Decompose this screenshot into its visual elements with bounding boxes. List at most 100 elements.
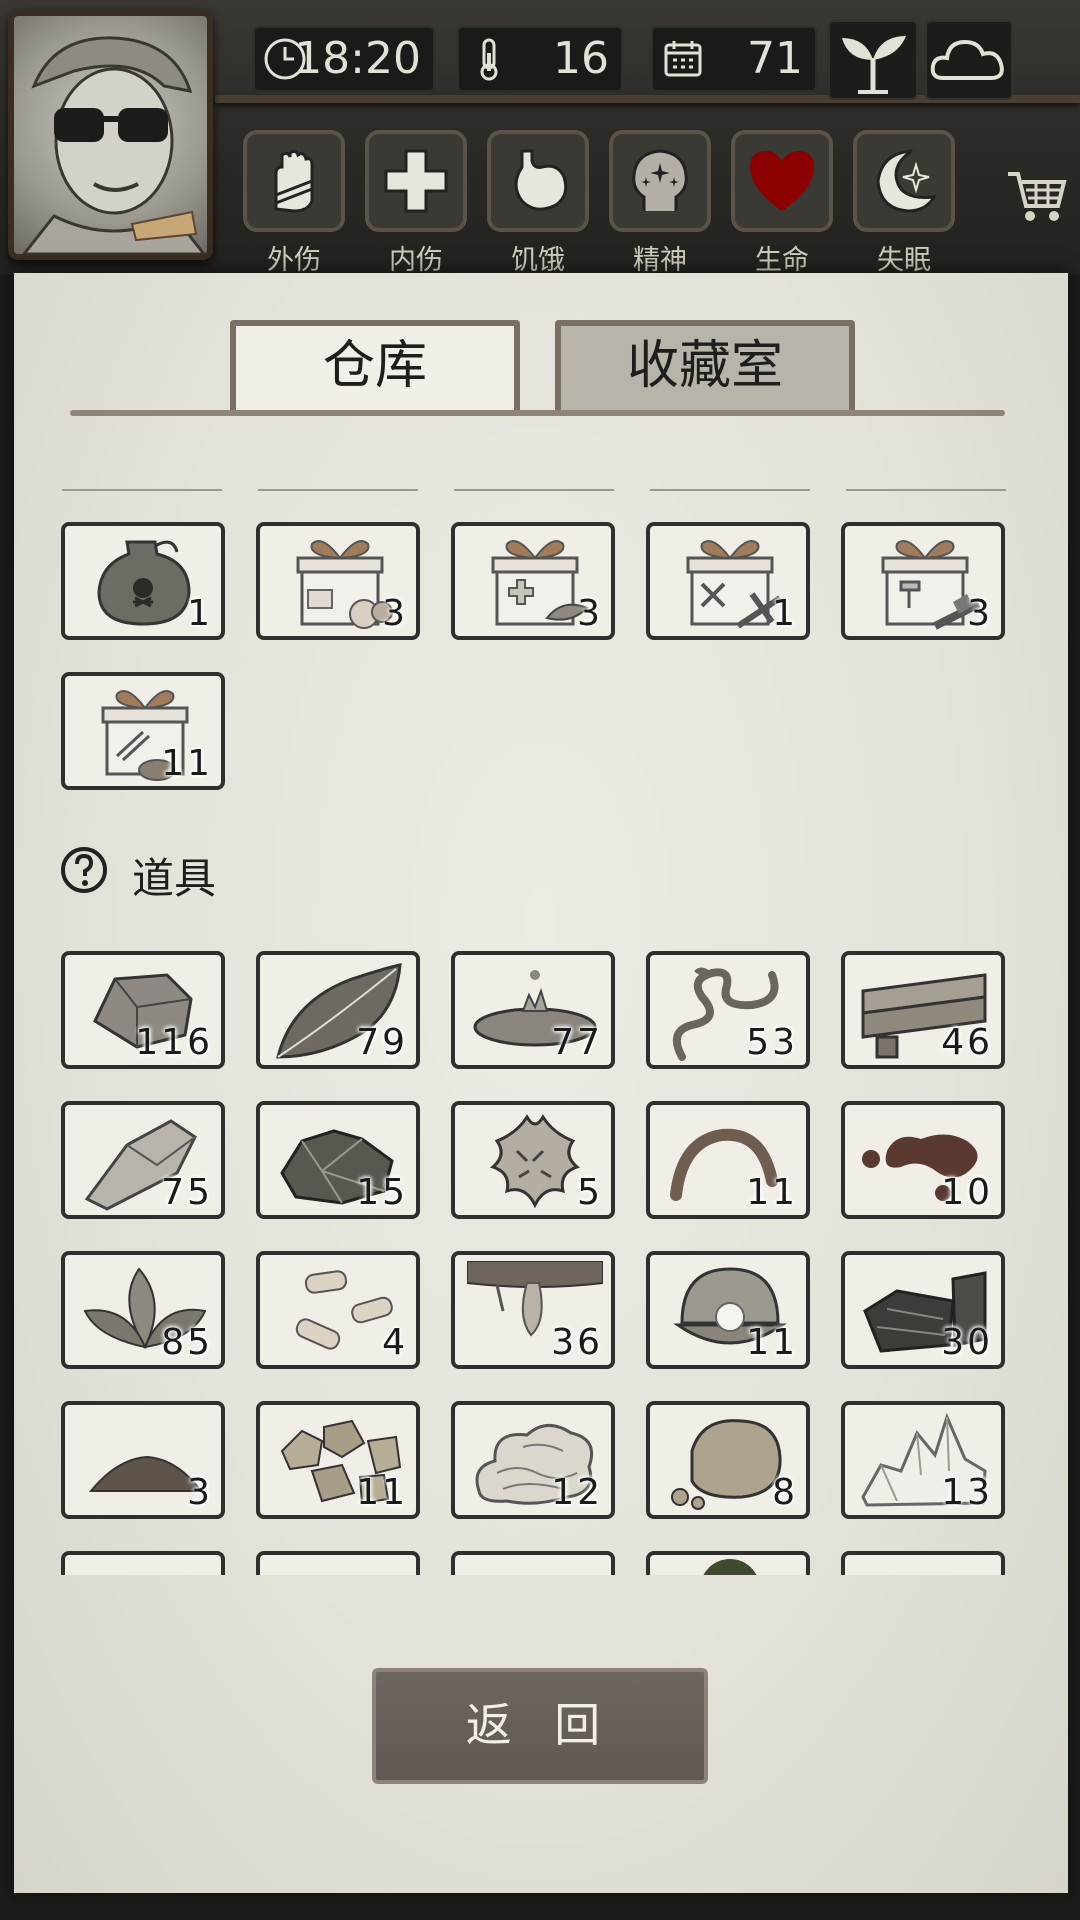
inventory-slot[interactable]: 3 <box>841 522 1005 640</box>
status-label-mental: 精神 <box>633 245 687 276</box>
item-count: 30 <box>941 1322 993 1363</box>
divider-line <box>454 489 614 491</box>
status-health[interactable] <box>731 130 833 232</box>
item-count: 11 <box>746 1172 798 1213</box>
clock-display: 18:20 <box>253 26 435 92</box>
item-count: 11 <box>746 1322 798 1363</box>
inventory-slot[interactable]: 11 <box>256 1401 420 1519</box>
status-label-internal-injury: 内伤 <box>389 245 443 276</box>
head-stars-icon <box>632 149 688 211</box>
inventory-slot[interactable] <box>841 1551 1005 1575</box>
calendar-icon <box>664 41 702 77</box>
inventory-slot[interactable]: 3 <box>256 522 420 640</box>
inventory-slot[interactable]: 1 <box>646 522 810 640</box>
inventory-slot[interactable]: 46 <box>841 951 1005 1069</box>
inventory-slot[interactable]: 85 <box>61 1251 225 1369</box>
item-count: 116 <box>135 1022 213 1063</box>
status-external-injury[interactable] <box>243 130 345 232</box>
inventory-slot[interactable]: 3 <box>451 522 615 640</box>
inventory-slot[interactable] <box>646 1551 810 1575</box>
inventory-slot[interactable]: 3 <box>61 1401 225 1519</box>
divider-line <box>258 489 418 491</box>
status-label-health: 生命 <box>755 245 809 276</box>
divider-line <box>650 489 810 491</box>
player-avatar-icon <box>22 36 206 254</box>
status-label-hunger: 饥饿 <box>511 245 565 276</box>
cloud-icon <box>930 39 1004 80</box>
player-portrait[interactable] <box>8 10 213 260</box>
inventory-slot[interactable]: 116 <box>61 951 225 1069</box>
inventory-slot[interactable]: 79 <box>256 951 420 1069</box>
inventory-slot[interactable]: 11 <box>61 672 225 790</box>
tab-warehouse[interactable]: 仓库 <box>230 320 520 412</box>
item-count: 8 <box>772 1472 798 1513</box>
item-count: 36 <box>551 1322 603 1363</box>
day-counter: 71 <box>651 26 817 92</box>
day-value: 71 <box>747 33 803 84</box>
item-count: 11 <box>356 1472 408 1513</box>
help-icon[interactable] <box>60 846 108 894</box>
item-count: 79 <box>356 1022 408 1063</box>
inventory-slot[interactable] <box>256 1551 420 1575</box>
item-count: 13 <box>941 1472 993 1513</box>
time-value: 18:20 <box>294 33 421 84</box>
item-count: 85 <box>161 1322 213 1363</box>
inventory-slot[interactable]: 13 <box>841 1401 1005 1519</box>
item-count: 3 <box>187 1472 213 1513</box>
item-count: 77 <box>551 1022 603 1063</box>
weather-button[interactable] <box>925 20 1013 100</box>
cross-icon <box>384 149 448 213</box>
tab-collection[interactable]: 收藏室 <box>555 320 855 412</box>
inventory-slot[interactable]: 36 <box>451 1251 615 1369</box>
item-count: 3 <box>382 593 408 634</box>
item-count: 4 <box>382 1322 408 1363</box>
status-hunger[interactable] <box>487 130 589 232</box>
item-count: 3 <box>967 593 993 634</box>
divider-line <box>62 489 222 491</box>
inventory-slot[interactable]: 8 <box>646 1401 810 1519</box>
item-count: 3 <box>577 593 603 634</box>
inventory-slot[interactable]: 30 <box>841 1251 1005 1369</box>
inventory-slot[interactable]: 1 <box>61 522 225 640</box>
inventory-slot[interactable]: 77 <box>451 951 615 1069</box>
status-label-insomnia: 失眠 <box>877 245 931 276</box>
status-label-external-injury: 外伤 <box>267 245 321 276</box>
inventory-slot[interactable]: 75 <box>61 1101 225 1219</box>
item-count: 12 <box>551 1472 603 1513</box>
inventory-slot[interactable]: 5 <box>451 1101 615 1219</box>
sprout-icon <box>842 36 906 94</box>
inventory-slot[interactable]: 12 <box>451 1401 615 1519</box>
stomach-icon <box>514 149 568 211</box>
inventory-slot[interactable]: 11 <box>646 1251 810 1369</box>
inventory-slot[interactable]: 53 <box>646 951 810 1069</box>
inventory-slot[interactable]: 4 <box>256 1251 420 1369</box>
back-button[interactable]: 返 回 <box>372 1668 708 1784</box>
farming-button[interactable] <box>828 20 918 100</box>
item-count: 75 <box>161 1172 213 1213</box>
inventory-panel <box>14 273 1068 1893</box>
item-count: 1 <box>772 593 798 634</box>
heart-icon <box>750 151 814 211</box>
status-mental[interactable] <box>609 130 711 232</box>
status-internal-injury[interactable] <box>365 130 467 232</box>
divider-line <box>846 489 1006 491</box>
inventory-slot[interactable]: 15 <box>256 1101 420 1219</box>
section-title-tools: 道具 <box>132 854 217 903</box>
inventory-slot[interactable] <box>451 1551 615 1575</box>
item-count: 10 <box>941 1172 993 1213</box>
moon-star-icon <box>876 149 937 213</box>
shop-cart-icon[interactable] <box>1006 168 1068 226</box>
inventory-slot[interactable]: 11 <box>646 1101 810 1219</box>
tab-divider <box>70 410 1005 416</box>
item-count: 53 <box>746 1022 798 1063</box>
item-count: 1 <box>187 593 213 634</box>
inventory-slot[interactable] <box>61 1551 225 1575</box>
bandaged-hand-icon <box>274 149 314 213</box>
inventory-slot[interactable]: 10 <box>841 1101 1005 1219</box>
temperature-display: 16 <box>457 26 623 92</box>
item-count: 15 <box>356 1172 408 1213</box>
item-count: 11 <box>161 743 213 784</box>
temperature-value: 16 <box>553 33 609 84</box>
scroll-clipped-row <box>55 1540 1025 1575</box>
status-insomnia[interactable] <box>853 130 955 232</box>
